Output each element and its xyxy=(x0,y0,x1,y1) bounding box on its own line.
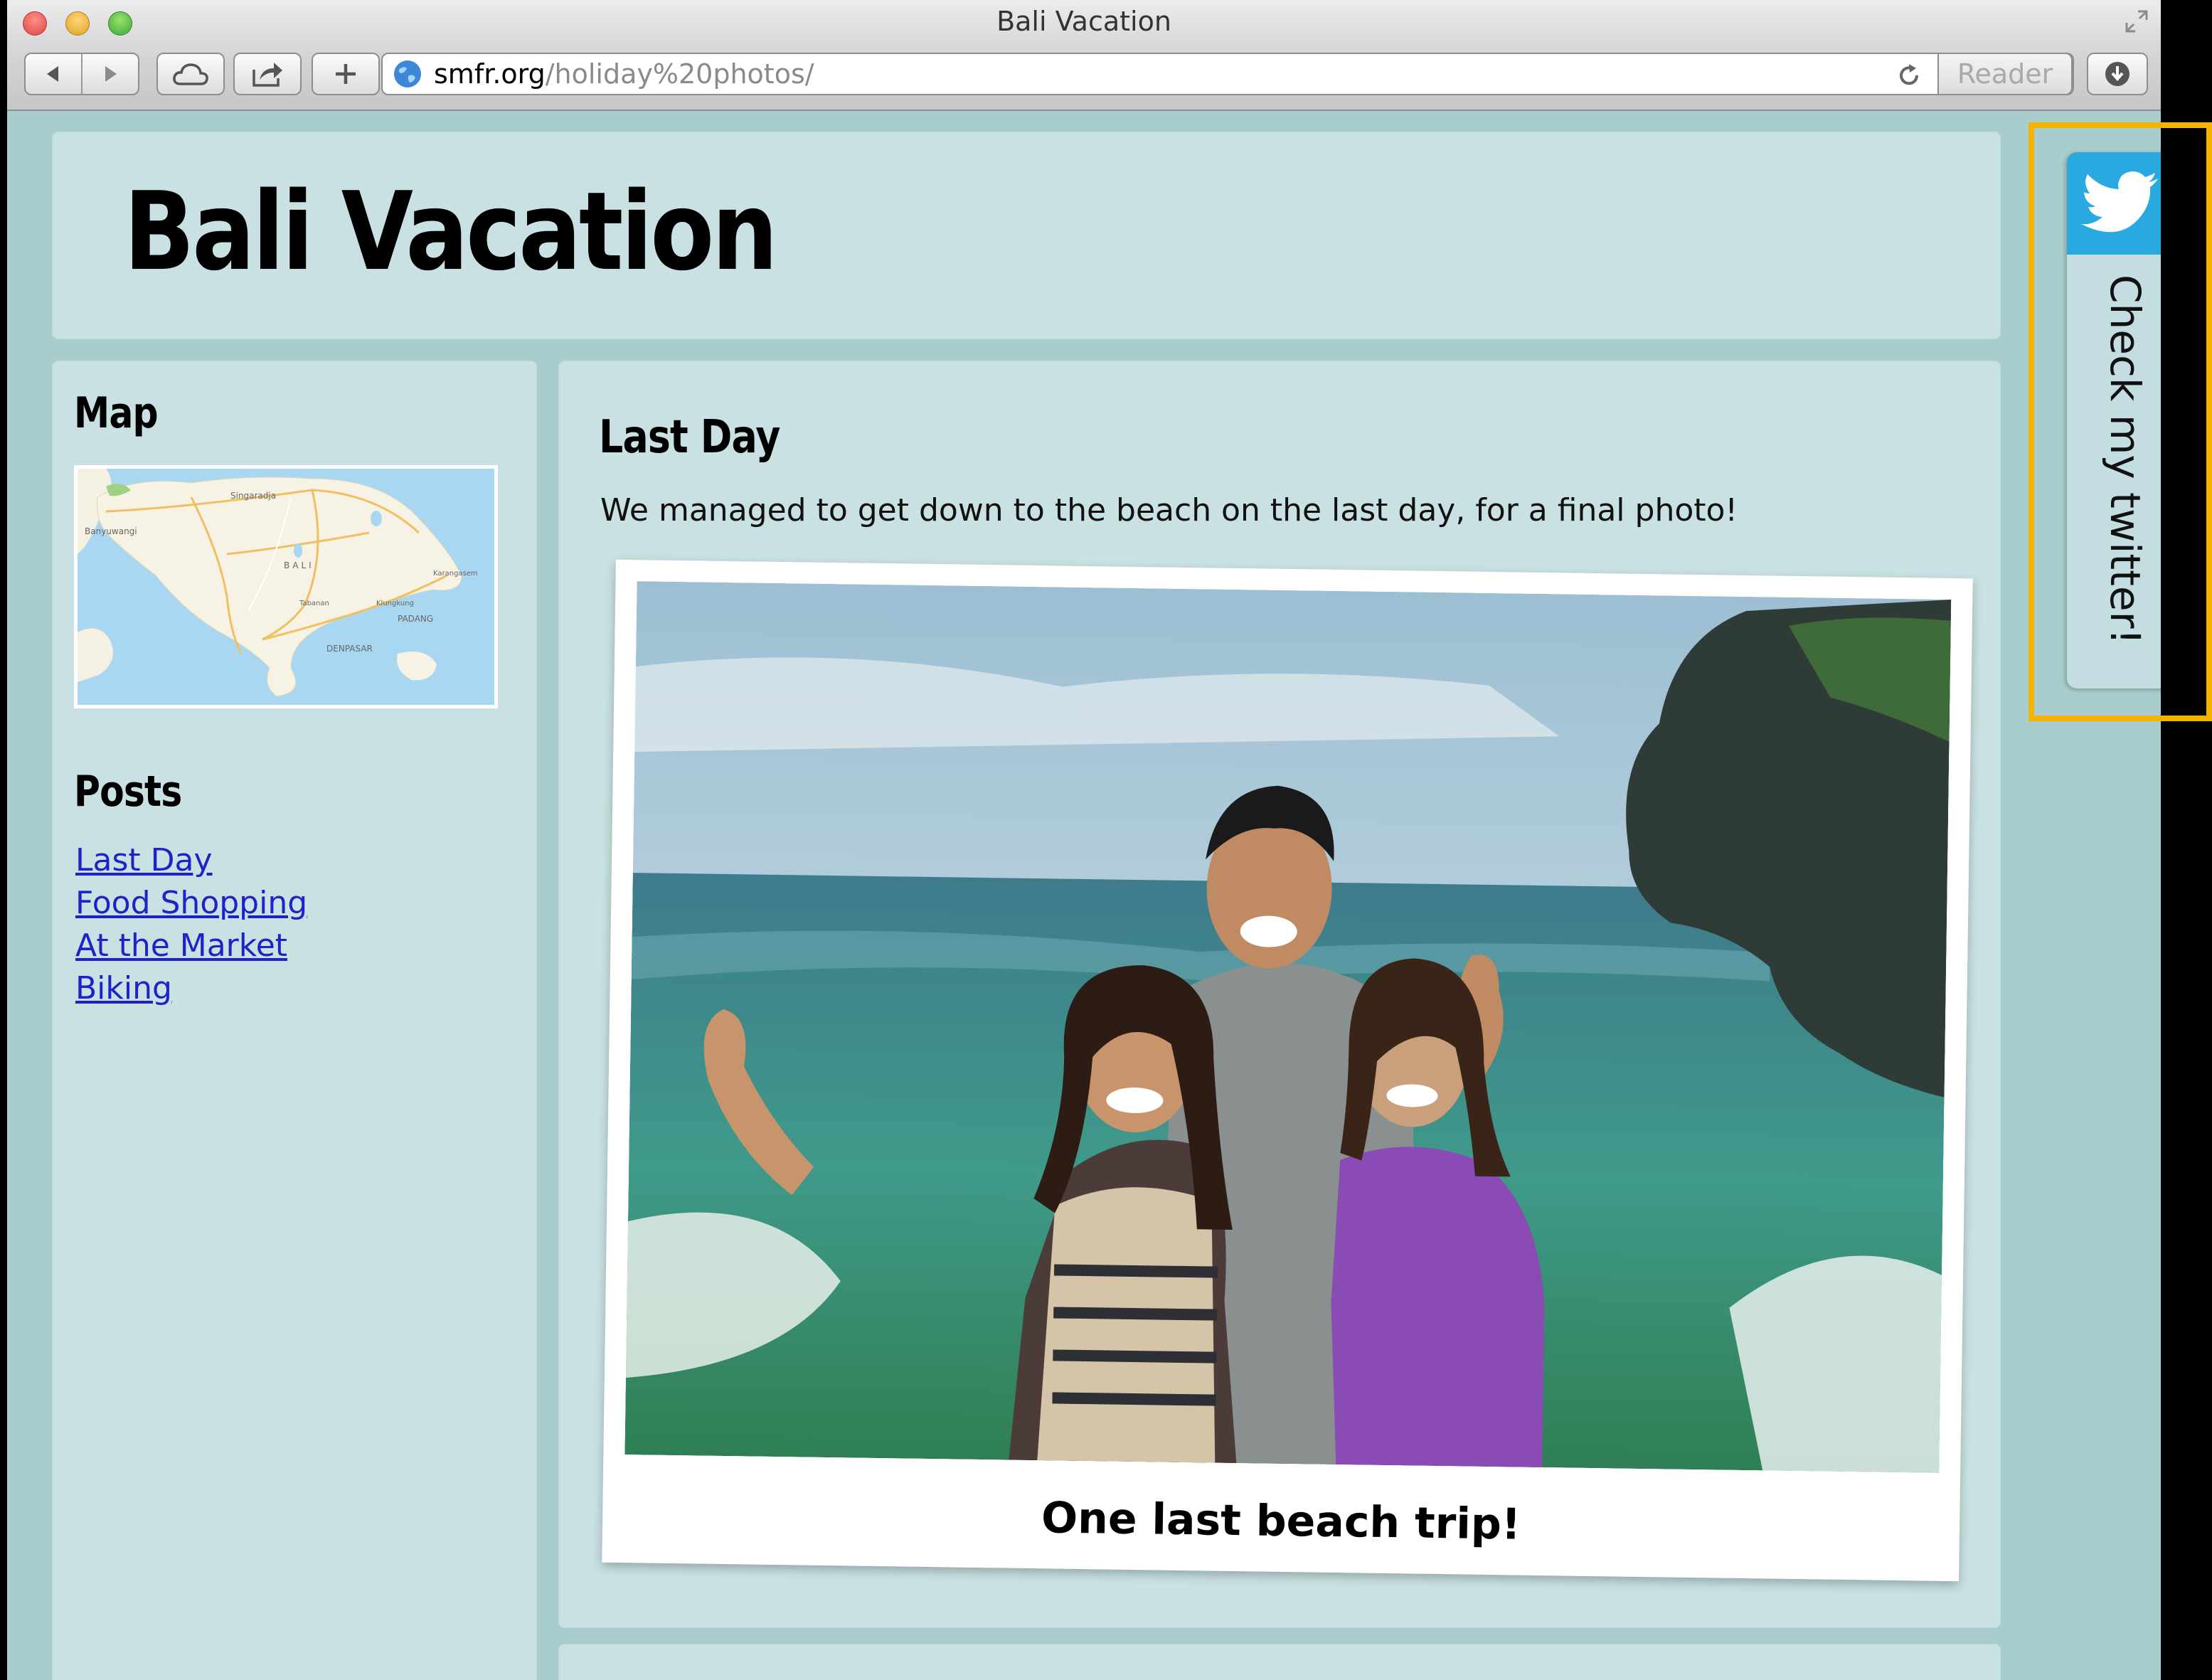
title-bar: Bali Vacation xyxy=(7,0,2161,47)
post-link-food-shopping[interactable]: Food Shopping xyxy=(75,885,307,921)
map-label-singaradja: Singaradja xyxy=(230,491,276,501)
photo-frame: One last beach trip! xyxy=(602,559,1973,1582)
map-label-tabanan: Tabanan xyxy=(299,600,329,607)
post-body: We managed to get down to the beach on t… xyxy=(600,492,1738,528)
address-bar[interactable]: smfr.org/holiday%20photos/ Reader xyxy=(381,53,2074,95)
map-label-banyuwangi: Banyuwangi xyxy=(85,526,137,536)
map-label-klungkung: Klungkung xyxy=(376,600,414,607)
downloads-button[interactable] xyxy=(2087,53,2148,95)
url-path: /holiday%20photos/ xyxy=(545,58,814,90)
map-heading: Map xyxy=(74,388,159,438)
post-link-item: Biking xyxy=(75,967,307,1010)
photo-caption: One last beach trip! xyxy=(1041,1493,1521,1550)
forward-arrow-icon xyxy=(105,66,117,82)
post-link-item: Last Day xyxy=(75,839,307,882)
url-text: smfr.org/holiday%20photos/ xyxy=(434,58,814,90)
twitter-bird-icon xyxy=(2081,171,2158,233)
main-post: Last Day We managed to get down to the b… xyxy=(559,361,2000,1627)
back-arrow-icon xyxy=(47,66,58,82)
download-icon xyxy=(2105,62,2129,86)
map-image: Singaradja Banyuwangi BALI Karangasem Ta… xyxy=(78,469,494,705)
reload-icon[interactable] xyxy=(1896,63,1922,88)
web-page: Bali Vacation Map Singaradja Banyuwangi … xyxy=(7,111,2161,1680)
beach-photo[interactable] xyxy=(624,581,1952,1473)
twitter-tab[interactable]: Check my twitter! xyxy=(2067,152,2161,689)
share-icon xyxy=(252,63,282,87)
plus-icon xyxy=(336,64,356,84)
browser-window: Bali Vacation smfr.org/holiday%20photos/… xyxy=(7,0,2161,1680)
bali-map[interactable]: Singaradja Banyuwangi BALI Karangasem Ta… xyxy=(74,465,498,708)
back-forward-buttons xyxy=(24,53,139,95)
back-button[interactable] xyxy=(26,54,83,94)
icloud-tabs-button[interactable] xyxy=(156,53,225,95)
map-label-denpasar: DENPASAR xyxy=(326,644,373,654)
forward-button[interactable] xyxy=(83,54,138,94)
map-label-bali: BALI xyxy=(284,560,314,570)
post-link-at-the-market[interactable]: At the Market xyxy=(75,927,287,964)
beach-photo-image xyxy=(624,581,1952,1473)
post-title: Last Day xyxy=(599,411,780,464)
sidebar: Map Singaradja Banyuwangi BALI Karangase… xyxy=(53,361,536,1680)
share-button[interactable] xyxy=(233,53,302,95)
twitter-tab-label: Check my twitter! xyxy=(2101,275,2149,645)
browser-toolbar: smfr.org/holiday%20photos/ Reader xyxy=(7,47,2161,111)
map-label-padang: PADANG xyxy=(398,614,433,624)
url-host: smfr.org xyxy=(434,58,546,90)
fullscreen-icon[interactable] xyxy=(2122,7,2151,36)
posts-list: Last Day Food Shopping At the Market Bik… xyxy=(75,839,307,1010)
cloud-icon xyxy=(173,63,208,85)
map-label-karangasem: Karangasem xyxy=(433,570,478,578)
post-link-last-day[interactable]: Last Day xyxy=(75,842,213,878)
next-post-panel xyxy=(559,1644,2000,1680)
site-title: Bali Vacation xyxy=(124,169,778,294)
post-link-item: At the Market xyxy=(75,925,307,967)
reader-button[interactable]: Reader xyxy=(1937,53,2073,95)
posts-heading: Posts xyxy=(74,767,182,817)
globe-icon xyxy=(394,60,421,87)
site-header: Bali Vacation xyxy=(53,132,2000,339)
post-link-biking[interactable]: Biking xyxy=(75,970,172,1006)
new-tab-button[interactable] xyxy=(312,53,380,95)
post-link-item: Food Shopping xyxy=(75,882,307,925)
twitter-bird-box xyxy=(2067,152,2161,255)
window-title: Bali Vacation xyxy=(996,6,1171,37)
